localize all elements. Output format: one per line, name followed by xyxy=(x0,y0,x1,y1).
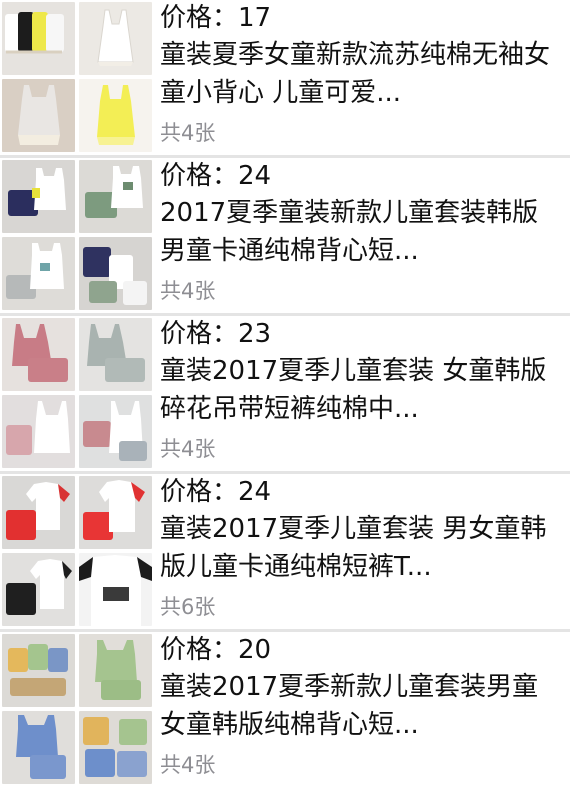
product-title[interactable]: 童装2017夏季儿童套装 女童韩版碎花吊带短裤纯棉中... xyxy=(160,352,560,428)
thumbnail-grid[interactable] xyxy=(2,318,152,468)
product-thumbnail[interactable] xyxy=(79,2,152,75)
product-info: 价格：20 童装2017夏季新款儿童套装男童女童韩版纯棉背心短... 共4张 xyxy=(160,632,565,787)
product-thumbnail[interactable] xyxy=(2,237,75,310)
image-count: 共4张 xyxy=(160,753,216,777)
product-item[interactable]: 价格：20 童装2017夏季新款儿童套装男童女童韩版纯棉背心短... 共4张 xyxy=(0,632,570,787)
thumbnail-grid[interactable] xyxy=(2,160,152,310)
product-thumbnail[interactable] xyxy=(79,395,152,468)
product-thumbnail[interactable] xyxy=(79,79,152,152)
image-count: 共4张 xyxy=(160,437,216,461)
product-item[interactable]: 价格：17 童装夏季女童新款流苏纯棉无袖女童小背心 儿童可爱... 共4张 xyxy=(0,0,570,155)
product-item[interactable]: 价格：24 童装2017夏季儿童套装 男女童韩版儿童卡通纯棉短裤T... 共6张 xyxy=(0,474,570,629)
product-info: 价格：24 2017夏季童装新款儿童套装韩版男童卡通纯棉背心短... 共4张 xyxy=(160,158,565,313)
product-title[interactable]: 童装2017夏季新款儿童套装男童女童韩版纯棉背心短... xyxy=(160,668,560,744)
product-info: 价格：24 童装2017夏季儿童套装 男女童韩版儿童卡通纯棉短裤T... 共6张 xyxy=(160,474,565,629)
product-title[interactable]: 童装2017夏季儿童套装 男女童韩版儿童卡通纯棉短裤T... xyxy=(160,510,560,586)
product-thumbnail[interactable] xyxy=(79,634,152,707)
product-thumbnail[interactable] xyxy=(79,553,152,626)
product-thumbnail[interactable] xyxy=(2,2,75,75)
image-count: 共4张 xyxy=(160,279,216,303)
price-label: 价格：23 xyxy=(160,319,272,349)
product-info: 价格：23 童装2017夏季儿童套装 女童韩版碎花吊带短裤纯棉中... 共4张 xyxy=(160,316,565,471)
price-label: 价格：24 xyxy=(160,477,272,507)
image-count: 共6张 xyxy=(160,595,216,619)
image-count: 共4张 xyxy=(160,121,216,145)
thumbnail-grid[interactable] xyxy=(2,2,152,152)
product-thumbnail[interactable] xyxy=(79,318,152,391)
product-thumbnail[interactable] xyxy=(2,634,75,707)
thumbnail-grid[interactable] xyxy=(2,634,152,784)
product-title[interactable]: 2017夏季童装新款儿童套装韩版男童卡通纯棉背心短... xyxy=(160,194,560,270)
product-thumbnail[interactable] xyxy=(79,237,152,310)
product-thumbnail[interactable] xyxy=(79,711,152,784)
product-thumbnail[interactable] xyxy=(2,79,75,152)
product-thumbnail[interactable] xyxy=(2,476,75,549)
product-item[interactable]: 价格：23 童装2017夏季儿童套装 女童韩版碎花吊带短裤纯棉中... 共4张 xyxy=(0,316,570,471)
product-thumbnail[interactable] xyxy=(2,553,75,626)
product-info: 价格：17 童装夏季女童新款流苏纯棉无袖女童小背心 儿童可爱... 共4张 xyxy=(160,0,565,155)
product-thumbnail[interactable] xyxy=(2,318,75,391)
product-thumbnail[interactable] xyxy=(2,711,75,784)
product-thumbnail[interactable] xyxy=(2,395,75,468)
thumbnail-grid[interactable] xyxy=(2,476,152,626)
price-label: 价格：24 xyxy=(160,161,272,191)
product-item[interactable]: 价格：24 2017夏季童装新款儿童套装韩版男童卡通纯棉背心短... 共4张 xyxy=(0,158,570,313)
product-title[interactable]: 童装夏季女童新款流苏纯棉无袖女童小背心 儿童可爱... xyxy=(160,36,560,112)
product-thumbnail[interactable] xyxy=(2,160,75,233)
price-label: 价格：20 xyxy=(160,635,272,665)
price-label: 价格：17 xyxy=(160,3,272,33)
product-thumbnail[interactable] xyxy=(79,160,152,233)
product-thumbnail[interactable] xyxy=(79,476,152,549)
product-list: 价格：17 童装夏季女童新款流苏纯棉无袖女童小背心 儿童可爱... 共4张 价格… xyxy=(0,0,570,787)
